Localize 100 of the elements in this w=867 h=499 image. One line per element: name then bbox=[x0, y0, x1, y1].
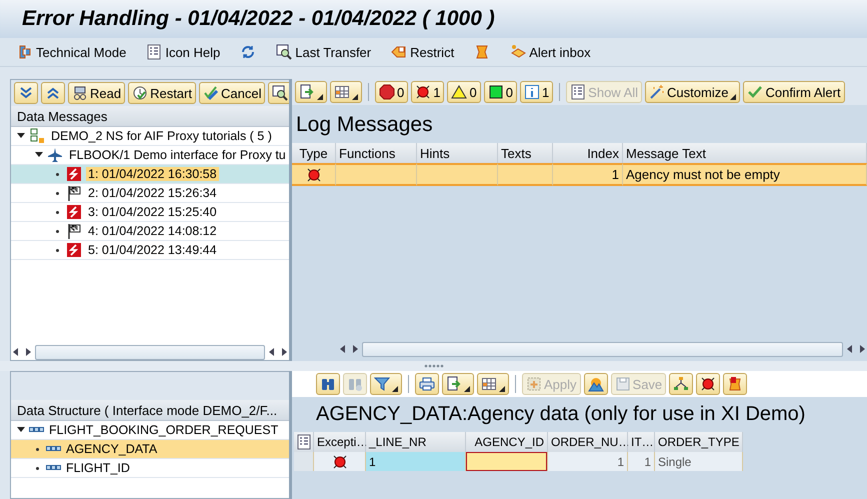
layout-button[interactable] bbox=[330, 81, 362, 103]
column-header[interactable]: Functions bbox=[336, 143, 417, 163]
arrow-right-icon[interactable] bbox=[23, 347, 33, 357]
tree-row[interactable]: AGENCY_DATA bbox=[11, 440, 289, 459]
toolbar-button[interactable]: Last Transfer bbox=[276, 44, 372, 60]
refresh-button[interactable] bbox=[240, 44, 256, 60]
transfer-button[interactable] bbox=[268, 82, 289, 104]
toolbar-button[interactable]: Alert inbox bbox=[510, 44, 591, 60]
arrow-left-icon[interactable] bbox=[11, 347, 21, 357]
plus-icon bbox=[526, 376, 542, 392]
arrow-left-icon[interactable] bbox=[267, 347, 277, 357]
mountain-button[interactable] bbox=[584, 373, 608, 395]
table-cell: 1 bbox=[553, 163, 623, 186]
expand-button[interactable] bbox=[14, 82, 38, 104]
info-button[interactable]: 1 bbox=[520, 81, 554, 103]
clock-icon bbox=[132, 85, 148, 101]
warning-button[interactable]: 0 bbox=[447, 81, 481, 103]
network-icon bbox=[29, 128, 45, 144]
read-button[interactable]: Read bbox=[68, 82, 126, 104]
restart-button[interactable]: Restart bbox=[128, 82, 196, 104]
tree-row[interactable]: 4: 01/04/2022 14:08:12 bbox=[11, 222, 289, 241]
stop-button[interactable]: 0 bbox=[375, 81, 408, 103]
horizontal-scrollbar[interactable] bbox=[11, 344, 289, 360]
tree-row[interactable]: 3: 01/04/2022 15:25:40 bbox=[11, 203, 289, 222]
alertred-button[interactable] bbox=[723, 373, 748, 395]
column-header: Data Structure ( Interface mode DEMO_2/F... bbox=[11, 400, 289, 421]
window-title: Error Handling - 01/04/2022 - 01/04/2022 ( 1000 ) bbox=[0, 0, 867, 38]
confirm-button[interactable]: Confirm Alert bbox=[743, 81, 845, 103]
customize-button[interactable]: Customize bbox=[645, 81, 740, 103]
caret-icon[interactable] bbox=[17, 132, 25, 140]
mountain-icon bbox=[588, 376, 604, 392]
column-header[interactable]: ORDER_TYPE bbox=[655, 432, 743, 452]
input-field[interactable] bbox=[466, 452, 548, 471]
scroll-icon bbox=[474, 44, 490, 60]
column-header[interactable]: AGENCY_ID bbox=[466, 432, 548, 452]
error-icon bbox=[332, 454, 348, 470]
bracket-icon bbox=[17, 44, 33, 60]
table-cell: 1 bbox=[366, 452, 466, 471]
layout-button[interactable] bbox=[477, 373, 509, 395]
error-icon bbox=[700, 376, 716, 392]
tag-icon bbox=[391, 44, 408, 60]
column-header[interactable]: Texts bbox=[498, 143, 553, 163]
table-cell: 1 bbox=[628, 452, 655, 471]
column-header[interactable]: Hints bbox=[417, 143, 498, 163]
tree-row[interactable]: 2: 01/04/2022 15:26:34 bbox=[11, 184, 289, 203]
caret-icon[interactable] bbox=[17, 426, 25, 434]
tree-row[interactable]: FLBOOK/1 Demo interface for Proxy tu bbox=[11, 146, 289, 165]
printer-icon bbox=[419, 376, 435, 392]
flag-icon bbox=[66, 223, 82, 239]
lightning-icon bbox=[66, 242, 82, 258]
chevron-down-icon bbox=[18, 85, 34, 101]
tree-row[interactable]: DEMO_2 NS for AIF Proxy tutorials ( 5 ) bbox=[11, 127, 289, 146]
error-button[interactable]: 1 bbox=[411, 81, 444, 103]
grip-icon[interactable] bbox=[424, 364, 444, 368]
arrow-right-icon[interactable] bbox=[857, 344, 867, 354]
horizontal-scrollbar[interactable] bbox=[338, 341, 867, 357]
arrow-left-icon[interactable] bbox=[845, 344, 855, 354]
toolbar-button[interactable]: Restrict bbox=[391, 44, 454, 60]
stop-icon bbox=[379, 84, 395, 100]
toolbar-button[interactable]: Icon Help bbox=[146, 44, 220, 60]
arrow-right-icon[interactable] bbox=[279, 347, 289, 357]
tree-row[interactable]: 1: 01/04/2022 16:30:58 bbox=[11, 165, 289, 184]
list-icon bbox=[146, 44, 162, 60]
table-cell: Agency must not be empty bbox=[623, 163, 867, 186]
column-header[interactable]: Message Text bbox=[623, 143, 867, 163]
pencil-icon bbox=[202, 85, 219, 101]
print-button[interactable] bbox=[415, 373, 439, 395]
toolbar-button[interactable]: Technical Mode bbox=[17, 44, 126, 60]
structure-button[interactable] bbox=[669, 373, 694, 395]
export-button[interactable] bbox=[442, 373, 474, 395]
inbox-icon bbox=[510, 44, 526, 60]
filter-button[interactable] bbox=[370, 373, 402, 395]
wand-icon bbox=[649, 84, 666, 100]
airplane-icon bbox=[47, 147, 63, 163]
list-icon bbox=[296, 434, 312, 450]
collapse-button[interactable] bbox=[41, 82, 65, 104]
success-icon bbox=[488, 84, 504, 100]
tree-row[interactable]: 5: 01/04/2022 13:49:44 bbox=[11, 241, 289, 260]
column-header: Data Messages bbox=[11, 106, 289, 127]
column-header[interactable]: Index bbox=[553, 143, 623, 163]
arrow-left-icon[interactable] bbox=[338, 344, 348, 354]
refresh-icon bbox=[240, 44, 256, 60]
export-button[interactable] bbox=[295, 81, 327, 103]
lightning-icon bbox=[66, 166, 82, 182]
list-icon bbox=[570, 84, 586, 100]
caret-icon[interactable] bbox=[35, 151, 43, 159]
column-header[interactable]: Type bbox=[292, 143, 336, 163]
column-header[interactable]: _LINE_NR bbox=[366, 432, 466, 452]
column-header[interactable]: ORDER_NU… bbox=[548, 432, 628, 452]
scroll-button[interactable] bbox=[474, 44, 490, 60]
arrow-right-icon[interactable] bbox=[350, 344, 360, 354]
filter-icon bbox=[374, 376, 390, 392]
success-button[interactable]: 0 bbox=[484, 81, 517, 103]
lightning-icon bbox=[66, 204, 82, 220]
column-header[interactable]: IT… bbox=[628, 432, 655, 452]
column-header[interactable] bbox=[294, 432, 314, 452]
cancel-button[interactable]: Cancel bbox=[198, 82, 266, 104]
error-button[interactable] bbox=[696, 373, 720, 395]
error-icon bbox=[415, 84, 432, 100]
binoculars-button[interactable] bbox=[316, 373, 340, 395]
